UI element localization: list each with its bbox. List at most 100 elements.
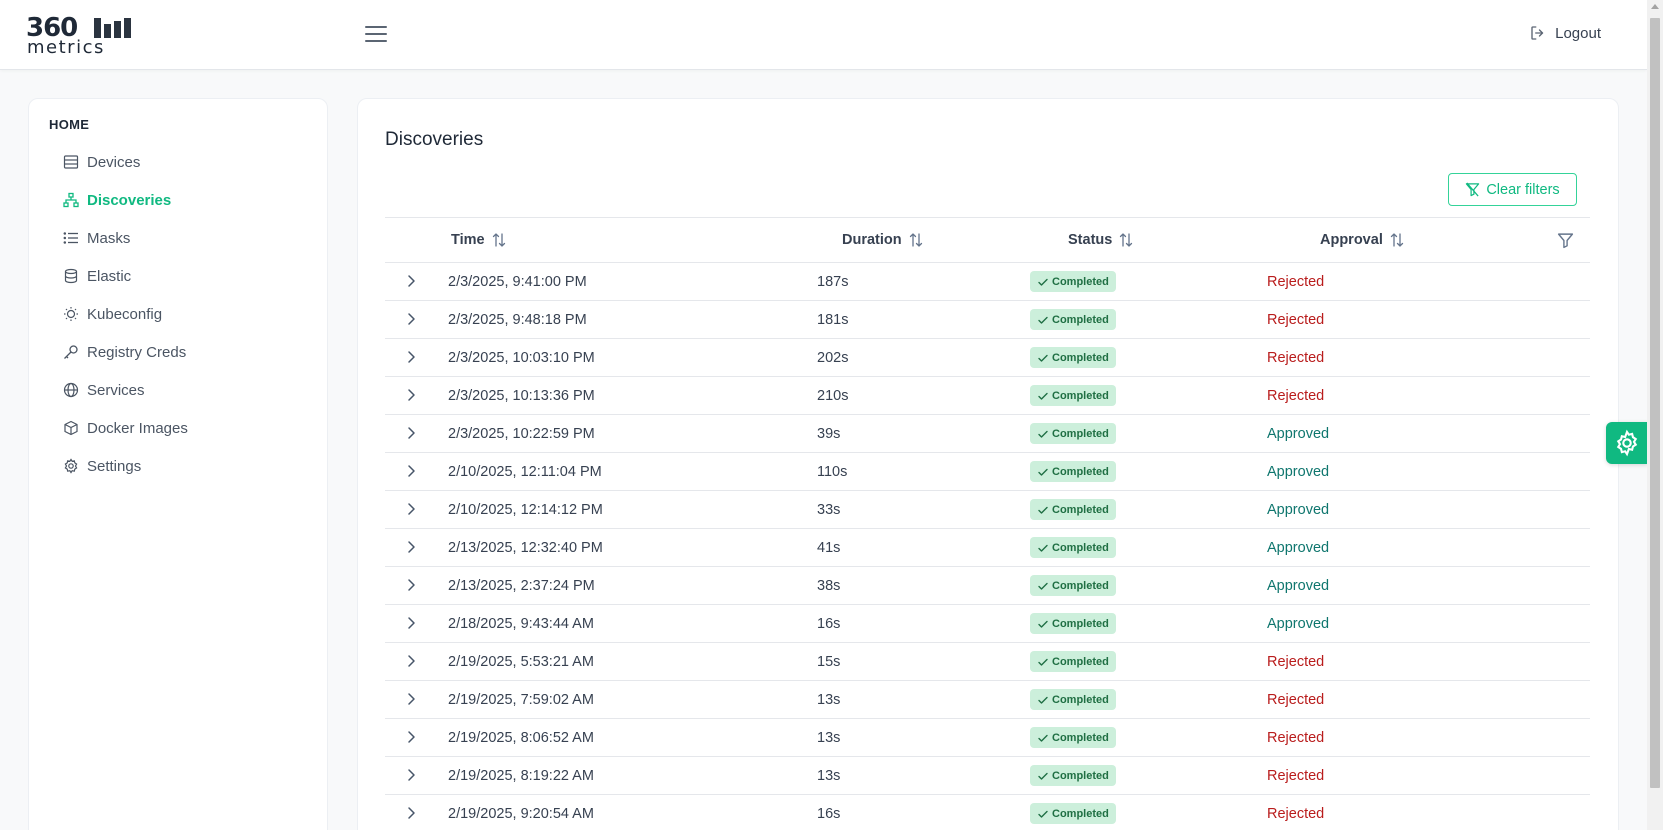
status-label: Completed [1052,693,1109,706]
status-badge: Completed [1030,499,1116,520]
sun-icon [64,307,78,321]
table-row[interactable]: 2/3/2025, 9:41:00 PM 187s Completed Rejecte… [385,263,1590,301]
duration-cell: 33s [817,502,841,518]
sidebar-item-label: Elastic [87,267,132,285]
approval-cell: Rejected [1267,654,1325,670]
chevron-right-icon[interactable] [405,615,419,631]
column-header-status[interactable]: Status [1068,232,1134,248]
time-cell: 2/18/2025, 9:43:44 AM [448,616,594,632]
sidebar-item-masks[interactable]: Masks [63,219,313,257]
status-badge: Completed [1030,309,1116,330]
chevron-right-icon[interactable] [405,501,419,517]
status-badge: Completed [1030,461,1116,482]
sidebar-item-registry-creds[interactable]: Registry Creds [63,333,313,371]
table-row[interactable]: 2/19/2025, 7:59:02 AM 13s Completed Rejecte… [385,681,1590,719]
page-title: Discoveries [385,129,484,150]
column-header-duration[interactable]: Duration [842,232,924,248]
chevron-right-icon[interactable] [405,273,419,289]
time-cell: 2/3/2025, 9:48:18 PM [448,312,587,328]
table-row[interactable]: 2/3/2025, 10:13:36 PM 210s Completed Reject… [385,377,1590,415]
duration-cell: 16s [817,806,841,822]
time-cell: 2/19/2025, 8:06:52 AM [448,730,594,746]
discoveries-table: Time Duration Status Approval 2/3/2025, … [385,217,1590,830]
chevron-right-icon[interactable] [405,577,419,593]
column-header-label: Status [1068,232,1113,248]
table-row[interactable]: 2/13/2025, 2:37:24 PM 38s Completed Approve… [385,567,1590,605]
check-icon [1038,430,1048,438]
sidebar-item-devices[interactable]: Devices [63,143,313,181]
approval-cell: Approved [1267,616,1330,632]
logout-button[interactable]: Logout [1529,24,1601,42]
chevron-right-icon[interactable] [405,387,419,403]
status-label: Completed [1052,655,1109,668]
approval-cell: Rejected [1267,388,1325,404]
sort-icon [1120,233,1133,247]
status-label: Completed [1052,351,1109,364]
sidebar-item-label: Services [87,381,145,399]
table-row[interactable]: 2/3/2025, 10:22:59 PM 39s Completed Approve… [385,415,1590,453]
sidebar-item-label: Registry Creds [87,343,187,361]
table-row[interactable]: 2/3/2025, 10:03:10 PM 202s Completed Reject… [385,339,1590,377]
status-label: Completed [1052,427,1109,440]
chevron-right-icon[interactable] [405,691,419,707]
status-badge: Completed [1030,689,1116,710]
chevron-right-icon[interactable] [405,349,419,365]
table-row[interactable]: 2/19/2025, 9:20:54 AM 16s Completed Rejecte… [385,795,1590,830]
table-row[interactable]: 2/19/2025, 8:19:22 AM 13s Completed Rejecte… [385,757,1590,795]
approval-cell: Approved [1267,578,1330,594]
chevron-right-icon[interactable] [405,767,419,783]
chevron-right-icon[interactable] [405,463,419,479]
sidebar-item-kubeconfig[interactable]: Kubeconfig [63,295,313,333]
sidebar-item-discoveries[interactable]: Discoveries [63,181,313,219]
chevron-right-icon[interactable] [405,425,419,441]
check-icon [1038,354,1048,362]
clear-filters-button[interactable]: Clear filters [1448,173,1577,206]
status-badge: Completed [1030,537,1116,558]
status-badge: Completed [1030,575,1116,596]
sidebar-item-services[interactable]: Services [63,371,313,409]
status-badge: Completed [1030,765,1116,786]
table-row[interactable]: 2/18/2025, 9:43:44 AM 16s Completed Approve… [385,605,1590,643]
database-icon [64,268,78,284]
time-cell: 2/3/2025, 10:22:59 PM [448,426,595,442]
table-row[interactable]: 2/10/2025, 12:11:04 PM 110s Completed Appro… [385,453,1590,491]
table-row[interactable]: 2/19/2025, 8:06:52 AM 13s Completed Rejecte… [385,719,1590,757]
chevron-right-icon[interactable] [405,539,419,555]
sidebar-item-label: Docker Images [87,419,188,437]
menu-toggle-icon[interactable] [365,26,387,44]
duration-cell: 39s [817,426,841,442]
filter-icon[interactable] [1557,232,1574,249]
chevron-right-icon[interactable] [405,311,419,327]
table-row[interactable]: 2/3/2025, 9:48:18 PM 181s Completed Rejecte… [385,301,1590,339]
floating-settings-button[interactable] [1606,422,1648,464]
check-icon [1038,392,1048,400]
time-cell: 2/19/2025, 8:19:22 AM [448,768,594,784]
chevron-right-icon[interactable] [405,805,419,821]
table-row[interactable]: 2/19/2025, 5:53:21 AM 15s Completed Rejecte… [385,643,1590,681]
logo-text-bottom: metrics [27,37,105,58]
duration-cell: 181s [817,312,849,328]
scrollbar-thumb[interactable] [1650,18,1660,788]
status-badge: Completed [1030,651,1116,672]
sitemap-icon [63,192,79,208]
status-label: Completed [1052,579,1109,592]
sidebar-item-docker-images[interactable]: Docker Images [63,409,313,447]
chevron-right-icon[interactable] [405,653,419,669]
scroll-up-arrow-icon[interactable] [1651,4,1659,9]
chevron-right-icon[interactable] [405,729,419,745]
duration-cell: 210s [817,388,849,404]
status-badge: Completed [1030,803,1116,824]
column-header-approval[interactable]: Approval [1320,232,1405,248]
sidebar-item-settings[interactable]: Settings [63,447,313,485]
duration-cell: 41s [817,540,841,556]
table-row[interactable]: 2/10/2025, 12:14:12 PM 33s Completed Approv… [385,491,1590,529]
check-icon [1038,620,1048,628]
check-icon [1038,468,1048,476]
logo[interactable]: 360 metrics [26,14,131,58]
sidebar-item-elastic[interactable]: Elastic [63,257,313,295]
time-cell: 2/10/2025, 12:14:12 PM [448,502,603,518]
column-header-time[interactable]: Time [451,232,507,248]
check-icon [1038,734,1048,742]
page-scrollbar[interactable] [1647,0,1663,830]
table-row[interactable]: 2/13/2025, 12:32:40 PM 41s Completed Approv… [385,529,1590,567]
